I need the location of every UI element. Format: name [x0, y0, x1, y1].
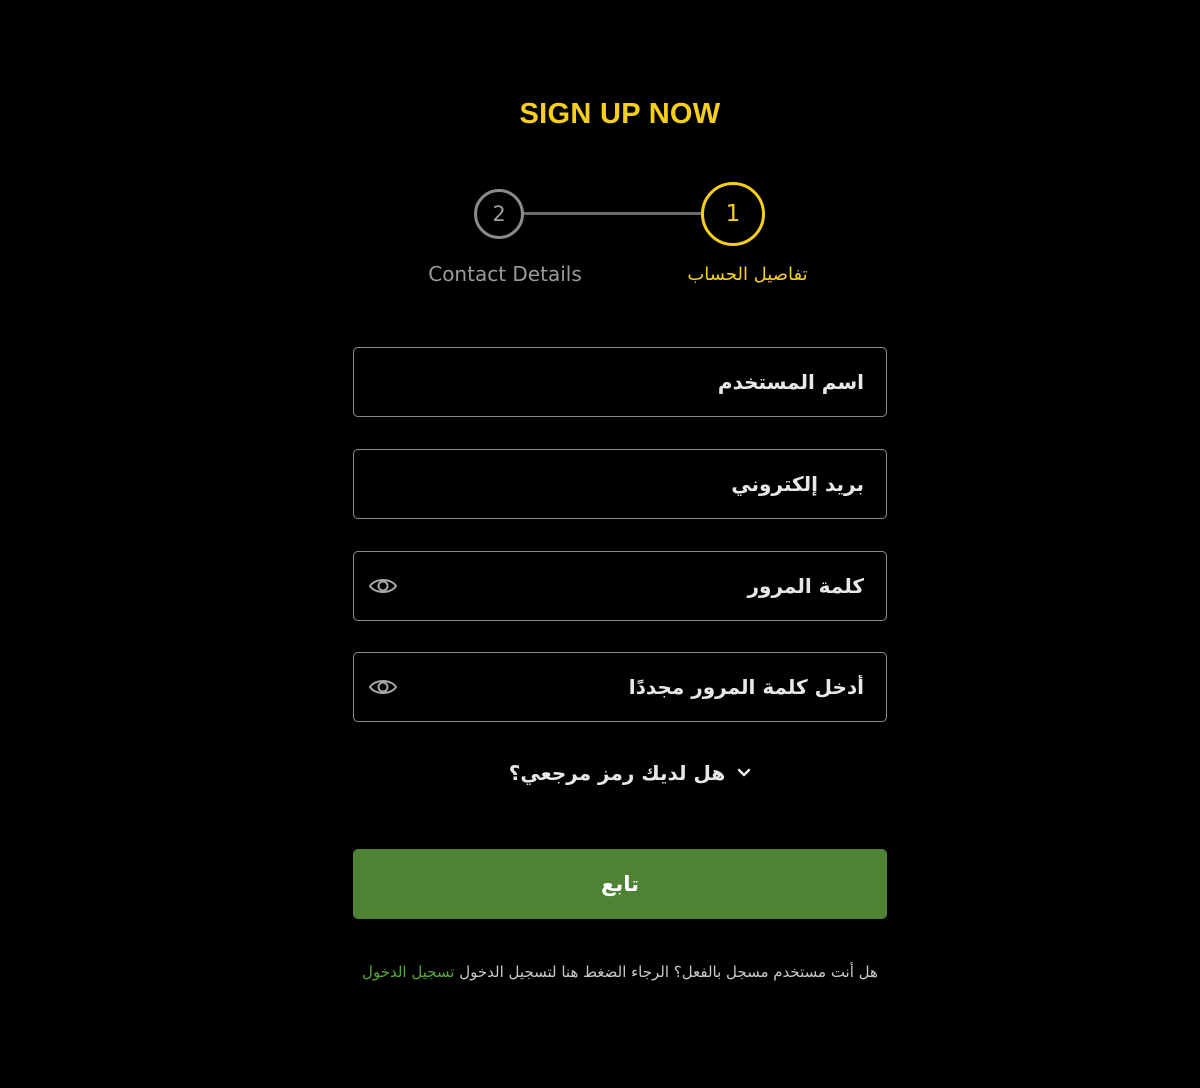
step-2-label: Contact Details	[428, 262, 582, 286]
eye-icon[interactable]	[368, 676, 398, 698]
password-input[interactable]	[354, 552, 886, 620]
step-1-label: تفاصيل الحساب	[687, 264, 808, 285]
chevron-down-icon	[738, 768, 751, 777]
login-prompt: هل أنت مستخدم مسجل بالفعل؟ الرجاء الضغط …	[353, 956, 887, 988]
username-input[interactable]	[354, 348, 886, 416]
email-field	[353, 449, 887, 519]
email-input[interactable]	[354, 450, 886, 518]
confirm-password-input[interactable]	[354, 653, 886, 721]
stepper-connector	[522, 212, 702, 215]
page-title: SIGN UP NOW	[519, 98, 721, 130]
continue-button[interactable]: تابع	[353, 849, 887, 919]
eye-icon[interactable]	[368, 575, 398, 597]
step-2-number: 2	[492, 202, 506, 226]
password-field	[353, 551, 887, 621]
username-field	[353, 347, 887, 417]
step-1-circle: 1	[701, 182, 765, 246]
signup-page: SIGN UP NOW 2 1 Contact Details تفاصيل ا…	[0, 0, 1200, 1088]
referral-code-label: هل لديك رمز مرجعي؟	[508, 761, 726, 785]
referral-code-toggle[interactable]: هل لديك رمز مرجعي؟	[500, 758, 760, 788]
login-link[interactable]: تسجيل الدخول	[362, 963, 454, 981]
step-2-circle: 2	[474, 189, 524, 239]
step-1-number: 1	[725, 201, 741, 227]
login-prompt-text: هل أنت مستخدم مسجل بالفعل؟ الرجاء الضغط …	[454, 963, 878, 981]
confirm-password-field	[353, 652, 887, 722]
